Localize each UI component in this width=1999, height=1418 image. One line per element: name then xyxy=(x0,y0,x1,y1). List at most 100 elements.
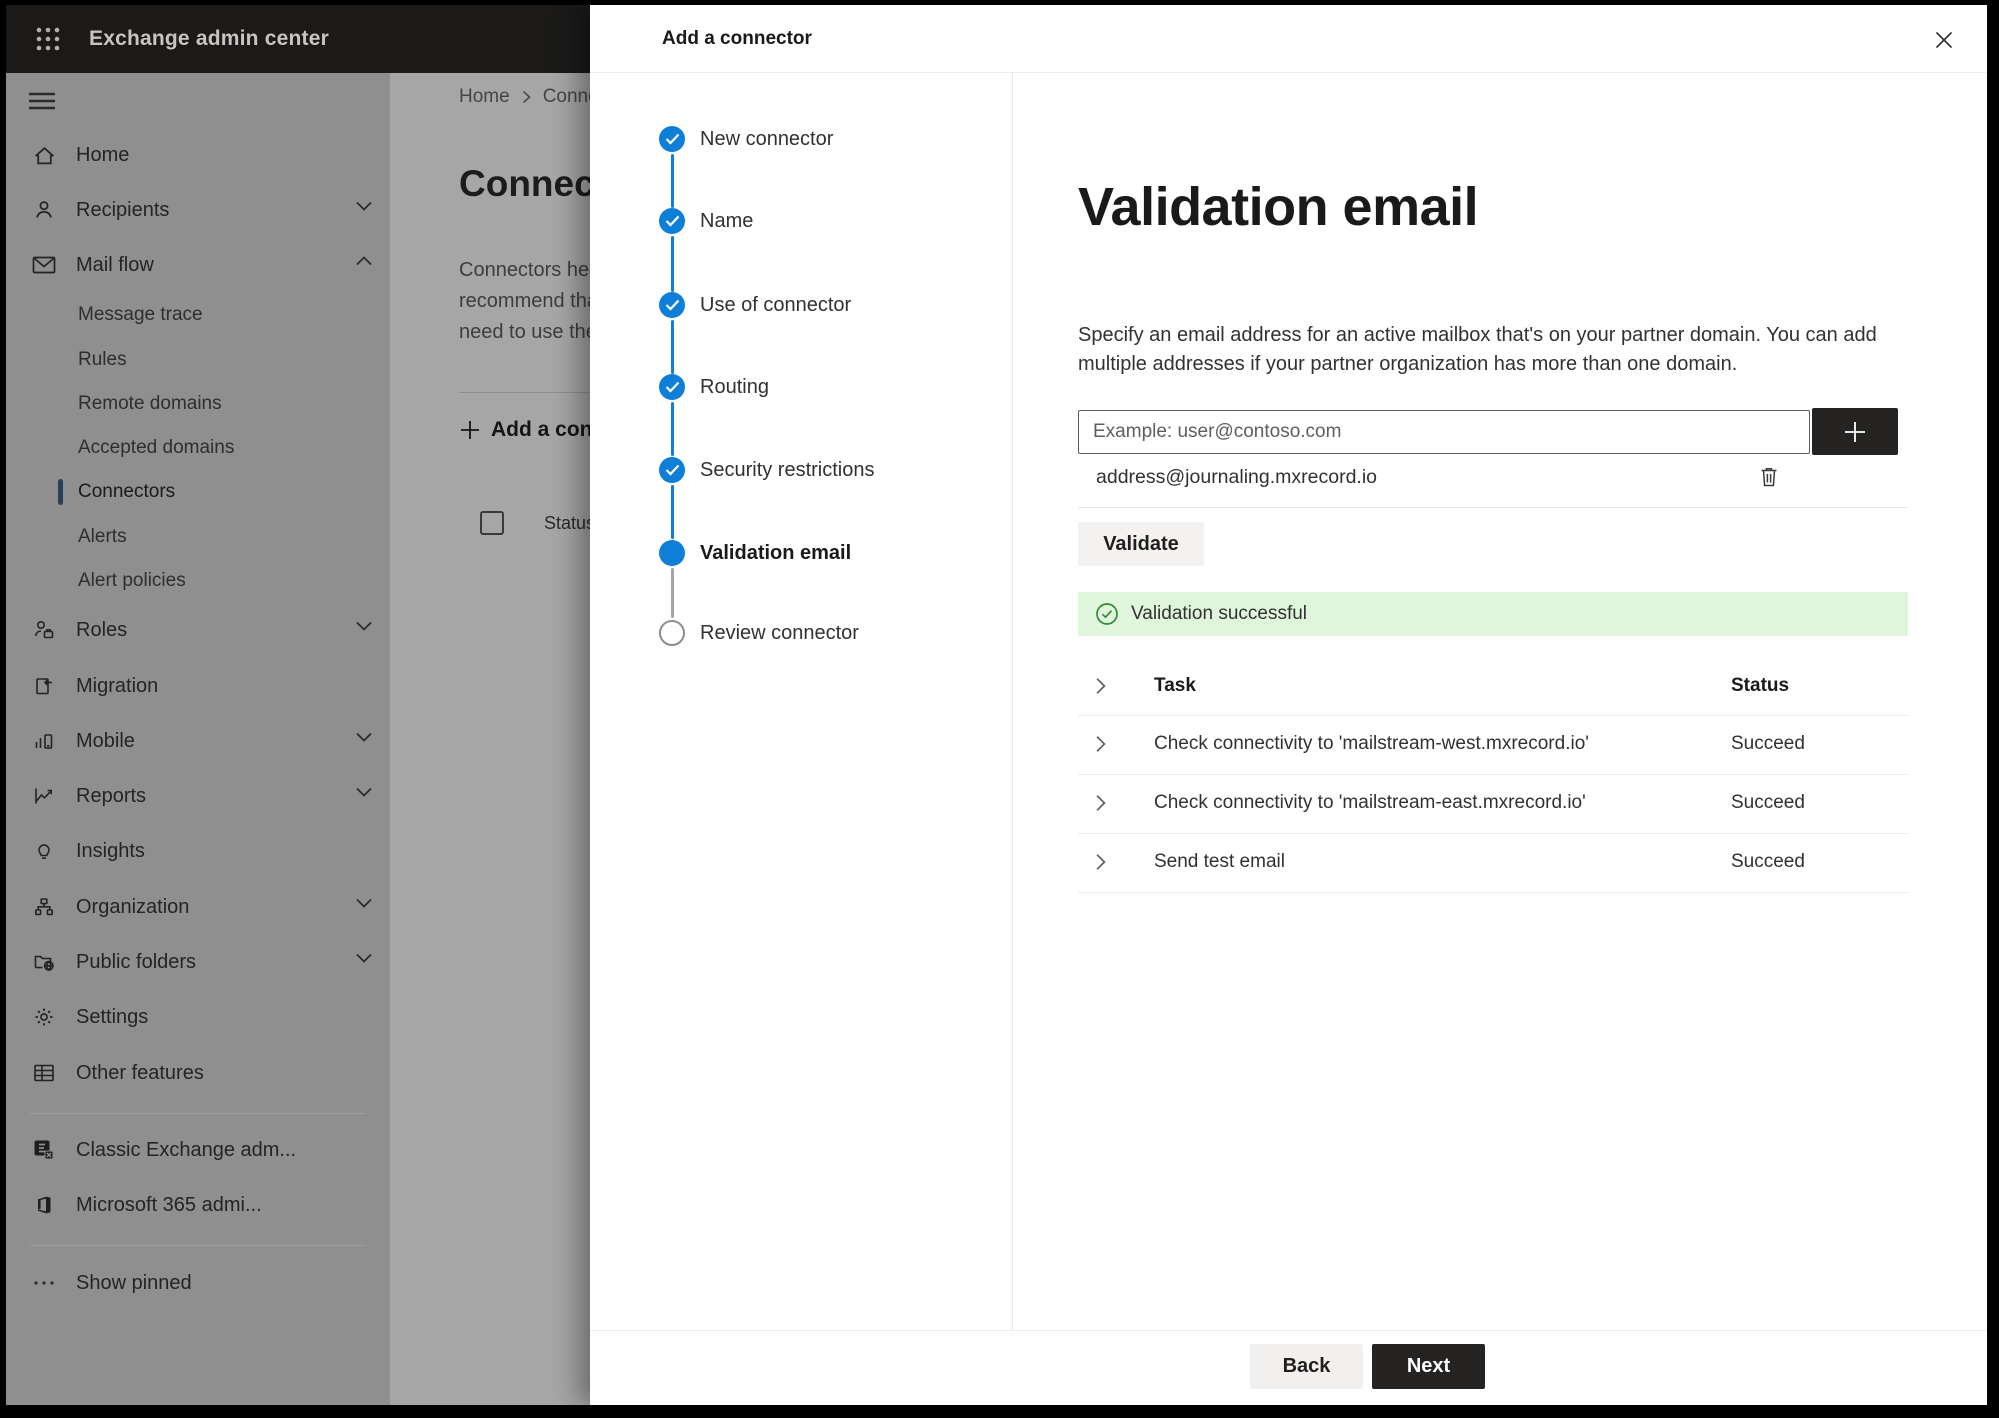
gear-icon xyxy=(32,1005,56,1029)
task-column-header: Task xyxy=(1154,675,1196,696)
address-list-item: address@journaling.mxrecord.io xyxy=(1078,458,1908,496)
breadcrumb-chevron-icon xyxy=(522,90,531,104)
step-new-connector[interactable]: New connector xyxy=(700,125,833,153)
select-all-checkbox[interactable] xyxy=(480,511,504,535)
breadcrumb: Home Connec xyxy=(459,85,608,109)
next-button[interactable]: Next xyxy=(1372,1344,1485,1389)
mail-icon xyxy=(32,253,56,277)
close-icon xyxy=(1935,31,1953,49)
status-cell: Succeed xyxy=(1731,851,1805,872)
expand-all-chevron-icon[interactable] xyxy=(1094,677,1114,697)
task-cell: Send test email xyxy=(1154,851,1285,872)
step-use-of-connector[interactable]: Use of connector xyxy=(700,291,851,319)
task-cell: Check connectivity to 'mailstream-east.m… xyxy=(1154,792,1586,813)
breadcrumb-home-link[interactable]: Home xyxy=(459,86,510,108)
expand-row-chevron-icon[interactable] xyxy=(1094,735,1114,755)
sidebar-item-alerts[interactable]: Alerts xyxy=(6,517,390,557)
sidebar-item-show-pinned[interactable]: Show pinned xyxy=(6,1263,390,1303)
step-connector-line xyxy=(671,236,674,292)
office-logo-icon xyxy=(32,1193,56,1217)
collapse-nav-button[interactable] xyxy=(28,85,64,117)
sidebar-item-alert-policies[interactable]: Alert policies xyxy=(6,561,390,601)
status-column-header: Status xyxy=(1731,675,1790,696)
step-connector-line xyxy=(671,402,674,456)
sidebar-item-message-trace[interactable]: Message trace xyxy=(6,295,390,335)
step-done-icon xyxy=(659,208,685,234)
chevron-down-icon xyxy=(356,898,374,916)
selected-indicator xyxy=(58,479,63,505)
sidebar-item-mobile[interactable]: Mobile xyxy=(6,721,390,761)
sidebar-item-connectors[interactable]: Connectors xyxy=(6,472,390,512)
sidebar-item-accepted-domains[interactable]: Accepted domains xyxy=(6,428,390,468)
step-security-restrictions[interactable]: Security restrictions xyxy=(700,456,875,484)
waffle-icon xyxy=(36,27,60,51)
app-launcher-button[interactable] xyxy=(26,19,70,59)
close-panel-button[interactable] xyxy=(1926,22,1962,58)
validate-button[interactable]: Validate xyxy=(1078,522,1204,566)
app-title: Exchange admin center xyxy=(89,27,329,50)
validation-results-table: Task Status Check connectivity to 'mails… xyxy=(1078,660,1908,893)
home-icon xyxy=(32,143,56,167)
sidebar-item-home[interactable]: Home xyxy=(6,135,390,175)
table-row: Send test email Succeed xyxy=(1078,833,1908,892)
status-cell: Succeed xyxy=(1731,733,1805,754)
trash-icon xyxy=(1761,468,1777,487)
step-done-icon xyxy=(659,374,685,400)
sidebar-item-other-features[interactable]: Other features xyxy=(6,1053,390,1093)
email-address-input[interactable] xyxy=(1078,410,1810,454)
panel-title: Add a connector xyxy=(662,28,812,49)
section-divider xyxy=(1078,507,1908,508)
step-connector-line xyxy=(671,320,674,374)
document-arrow-icon xyxy=(32,674,56,698)
sidebar-item-settings[interactable]: Settings xyxy=(6,997,390,1037)
expand-row-chevron-icon[interactable] xyxy=(1094,853,1114,873)
step-routing[interactable]: Routing xyxy=(700,373,769,401)
sidebar-item-public-folders[interactable]: Public folders xyxy=(6,942,390,982)
add-connector-button[interactable]: Add a conn xyxy=(459,414,605,446)
screen: Exchange admin center Home Recipients Ma… xyxy=(6,5,1987,1405)
table-row: Check connectivity to 'mailstream-west.m… xyxy=(1078,715,1908,774)
table-row: Check connectivity to 'mailstream-east.m… xyxy=(1078,774,1908,833)
step-connector-line xyxy=(671,568,674,618)
person-icon xyxy=(32,198,56,222)
sidebar-item-microsoft-365-admin[interactable]: Microsoft 365 admi... xyxy=(6,1185,390,1225)
step-connector-line xyxy=(671,485,674,539)
status-cell: Succeed xyxy=(1731,792,1805,813)
org-chart-icon xyxy=(32,895,56,919)
status-column-header: Status xyxy=(544,513,596,533)
step-current-icon xyxy=(659,540,685,566)
hamburger-icon xyxy=(29,92,55,110)
chevron-up-icon xyxy=(356,256,374,274)
chevron-down-icon xyxy=(356,201,374,219)
sidebar-item-roles[interactable]: Roles xyxy=(6,610,390,650)
back-button[interactable]: Back xyxy=(1250,1344,1363,1389)
lightbulb-icon xyxy=(32,839,56,863)
add-address-button[interactable] xyxy=(1812,408,1898,455)
exchange-logo-icon xyxy=(32,1138,56,1162)
sidebar-item-organization[interactable]: Organization xyxy=(6,887,390,927)
sidebar-nav: Home Recipients Mail flow Message trace … xyxy=(6,73,390,1405)
step-done-icon xyxy=(659,126,685,152)
step-description: Specify an email address for an active m… xyxy=(1078,324,1877,375)
sidebar-item-migration[interactable]: Migration xyxy=(6,666,390,706)
sidebar-item-classic-exchange-admin[interactable]: Classic Exchange adm... xyxy=(6,1130,390,1170)
address-value: address@journaling.mxrecord.io xyxy=(1096,466,1378,488)
sidebar-item-rules[interactable]: Rules xyxy=(6,340,390,380)
delete-address-button[interactable] xyxy=(1751,459,1787,495)
expand-row-chevron-icon[interactable] xyxy=(1094,794,1114,814)
step-done-icon xyxy=(659,457,685,483)
sidebar-item-insights[interactable]: Insights xyxy=(6,831,390,871)
step-content-title: Validation email xyxy=(1078,177,1479,237)
step-name[interactable]: Name xyxy=(700,207,753,235)
sidebar-item-recipients[interactable]: Recipients xyxy=(6,190,390,230)
sidebar-divider xyxy=(30,1113,366,1114)
sidebar-item-mail-flow[interactable]: Mail flow xyxy=(6,245,390,285)
sidebar-item-remote-domains[interactable]: Remote domains xyxy=(6,384,390,424)
sidebar-divider xyxy=(30,1245,366,1246)
sidebar-item-reports[interactable]: Reports xyxy=(6,776,390,816)
step-review-connector[interactable]: Review connector xyxy=(700,619,859,647)
wizard-stepper xyxy=(590,73,1013,1330)
task-cell: Check connectivity to 'mailstream-west.m… xyxy=(1154,733,1589,754)
grid-table-icon xyxy=(32,1061,56,1085)
step-validation-email[interactable]: Validation email xyxy=(700,539,851,567)
